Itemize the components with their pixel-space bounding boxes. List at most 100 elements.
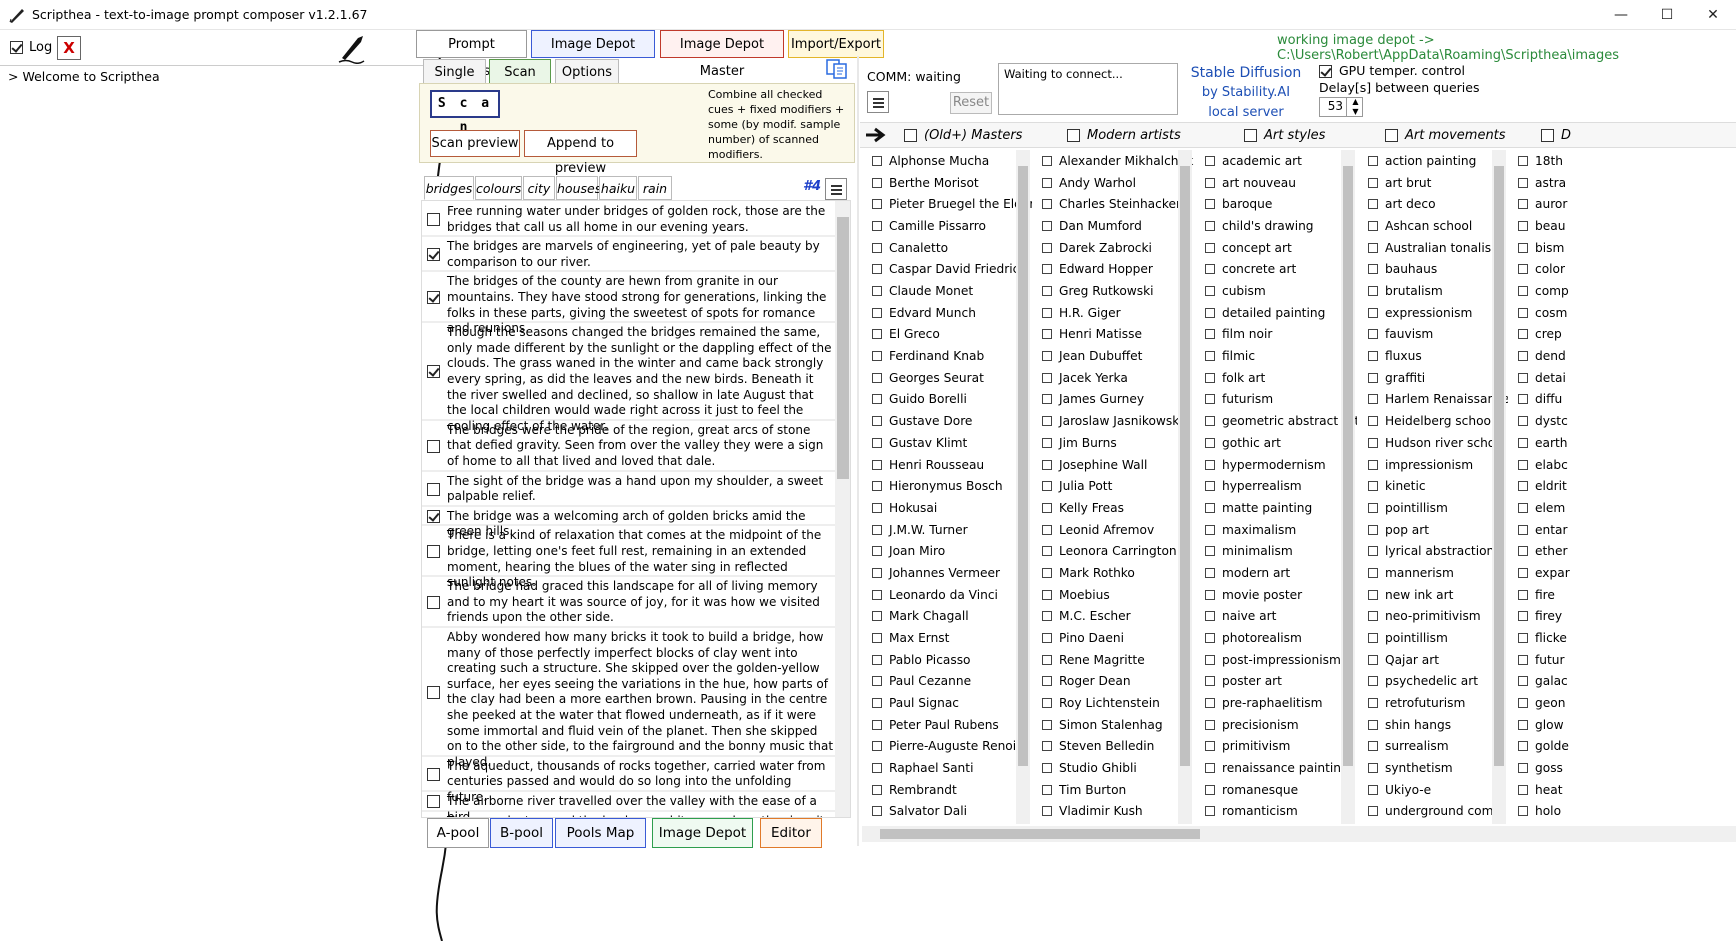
modifier-checkbox[interactable]	[1205, 481, 1215, 492]
modifier-checkbox[interactable]	[1518, 806, 1528, 817]
modifier-checkbox[interactable]	[1042, 437, 1052, 448]
modifier-checkbox[interactable]	[1042, 784, 1052, 795]
modifier-item[interactable]: naive art	[1205, 609, 1276, 623]
tab-import-export[interactable]: Import/Export	[788, 30, 884, 58]
modifier-checkbox[interactable]	[1368, 763, 1378, 774]
modifier-item[interactable]: Canaletto	[872, 241, 948, 255]
modifier-item[interactable]: Jaroslaw Jasnikowski	[1042, 414, 1183, 428]
modifier-checkbox[interactable]	[872, 524, 882, 535]
modifier-checkbox[interactable]	[1518, 698, 1528, 708]
modifier-checkbox[interactable]	[1205, 394, 1215, 405]
modifier-checkbox[interactable]	[1518, 156, 1528, 166]
modifier-category-4[interactable]: D	[1541, 128, 1571, 143]
modifier-item[interactable]: Claude Monet	[872, 284, 973, 298]
modifier-checkbox[interactable]	[1042, 524, 1052, 535]
modifier-item[interactable]: eldrit	[1518, 479, 1567, 493]
modifier-item[interactable]: Qajar art	[1368, 653, 1439, 667]
modifier-checkbox[interactable]	[1205, 199, 1215, 210]
modifier-checkbox[interactable]	[872, 698, 882, 708]
modifier-item[interactable]: Kelly Freas	[1042, 501, 1124, 515]
modifier-checkbox[interactable]	[1518, 546, 1528, 557]
modifier-item[interactable]: earth	[1518, 436, 1567, 450]
modifier-item[interactable]: comp	[1518, 284, 1569, 298]
modifier-checkbox[interactable]	[1368, 394, 1378, 405]
modifier-item[interactable]: color	[1518, 262, 1565, 276]
modifier-checkbox[interactable]	[1518, 567, 1528, 578]
modifier-checkbox[interactable]	[1368, 351, 1378, 362]
modifier-item[interactable]: film noir	[1205, 327, 1272, 341]
modifier-item[interactable]: Moebius	[1042, 588, 1110, 602]
modifier-item[interactable]: Pieter Bruegel the Elder	[872, 197, 1032, 211]
modifier-item[interactable]: Leonardo da Vinci	[872, 588, 998, 602]
modifier-checkbox[interactable]	[1518, 372, 1528, 383]
modifier-item[interactable]: Hokusai	[872, 501, 937, 515]
modifier-item[interactable]: art nouveau	[1205, 176, 1296, 190]
modifier-checkbox[interactable]	[1205, 763, 1215, 774]
modifier-item[interactable]: Roy Lichtenstein	[1042, 696, 1160, 710]
modifier-checkbox[interactable]	[1368, 567, 1378, 578]
maximize-button[interactable]: ☐	[1644, 0, 1690, 30]
modifier-item[interactable]: fire	[1518, 588, 1555, 602]
modifier-checkbox[interactable]	[1205, 286, 1215, 297]
minimize-button[interactable]: —	[1598, 0, 1644, 30]
modifier-checkbox[interactable]	[1205, 264, 1215, 275]
modifier-item[interactable]: lyrical abstraction	[1368, 544, 1494, 558]
modifier-checkbox[interactable]	[1042, 156, 1052, 166]
modifier-checkbox[interactable]	[872, 242, 882, 253]
modifier-checkbox[interactable]	[1518, 741, 1528, 752]
tab-pools-map[interactable]: Pools Map	[555, 818, 646, 848]
modifier-item[interactable]: concrete art	[1205, 262, 1296, 276]
modifier-item[interactable]: surrealism	[1368, 739, 1449, 753]
modifier-checkbox[interactable]	[1205, 351, 1215, 362]
modifier-item[interactable]: Andy Warhol	[1042, 176, 1136, 190]
modifier-checkbox[interactable]	[1205, 156, 1215, 166]
modifier-checkbox[interactable]	[1368, 654, 1378, 665]
modifier-checkbox[interactable]	[1368, 632, 1378, 643]
modifier-item[interactable]: folk art	[1205, 371, 1265, 385]
modifier-checkbox[interactable]	[1042, 177, 1052, 188]
modifiers-horizontal-scrollbar[interactable]	[862, 826, 1736, 842]
modifier-item[interactable]: concept art	[1205, 241, 1292, 255]
modifier-checkbox[interactable]	[1518, 611, 1528, 622]
modifier-checkbox[interactable]	[1368, 806, 1378, 817]
modifier-checkbox[interactable]	[1042, 611, 1052, 622]
modifier-item[interactable]: pre-raphaelitism	[1205, 696, 1322, 710]
modifier-checkbox[interactable]	[1368, 286, 1378, 297]
modifier-checkbox[interactable]	[1518, 437, 1528, 448]
modifier-item[interactable]: flicke	[1518, 631, 1567, 645]
cue-checkbox[interactable]	[427, 439, 440, 453]
modifier-item[interactable]: futurism	[1205, 392, 1273, 406]
modifier-item[interactable]: beau	[1518, 219, 1565, 233]
modifier-item[interactable]: Vladimir Kush	[1042, 804, 1143, 818]
modifier-checkbox[interactable]	[1042, 199, 1052, 210]
modifier-checkbox[interactable]	[1368, 719, 1378, 730]
modifier-checkbox[interactable]	[872, 221, 882, 232]
modifier-item[interactable]: entar	[1518, 523, 1567, 537]
cue-checkbox[interactable]	[427, 482, 440, 496]
modifier-checkbox[interactable]	[1368, 589, 1378, 600]
cue-checkbox[interactable]	[427, 510, 440, 524]
modifier-item[interactable]: Simon Stalenhag	[1042, 718, 1163, 732]
modifier-checkbox[interactable]	[1205, 632, 1215, 643]
pool-tab-houses[interactable]: houses	[556, 176, 601, 200]
modifier-item[interactable]: Johannes Vermeer	[872, 566, 1000, 580]
tab-image-depot-master[interactable]: Image Depot Master	[660, 30, 784, 79]
modifier-checkbox[interactable]	[872, 502, 882, 513]
modifier-item[interactable]: Roger Dean	[1042, 674, 1131, 688]
modifier-item[interactable]: academic art	[1205, 154, 1302, 168]
modifier-item[interactable]: Jim Burns	[1042, 436, 1117, 450]
modifier-checkbox[interactable]	[1205, 242, 1215, 253]
modifier-item[interactable]: poster art	[1205, 674, 1282, 688]
modifier-item[interactable]: Rembrandt	[872, 783, 957, 797]
modifier-checkbox[interactable]	[1368, 784, 1378, 795]
append-to-preview-button[interactable]: Append to preview	[524, 130, 637, 176]
modifier-checkbox[interactable]	[1042, 806, 1052, 817]
log-checkbox[interactable]	[10, 41, 23, 54]
modifier-checkbox[interactable]	[1518, 632, 1528, 643]
modifier-item[interactable]: firey	[1518, 609, 1562, 623]
modifier-item[interactable]: golde	[1518, 739, 1569, 753]
modifier-checkbox[interactable]	[872, 459, 882, 470]
modifier-category-3[interactable]: Art movements	[1385, 128, 1506, 143]
modifier-checkbox[interactable]	[1518, 264, 1528, 275]
modifier-item[interactable]: movie poster	[1205, 588, 1302, 602]
